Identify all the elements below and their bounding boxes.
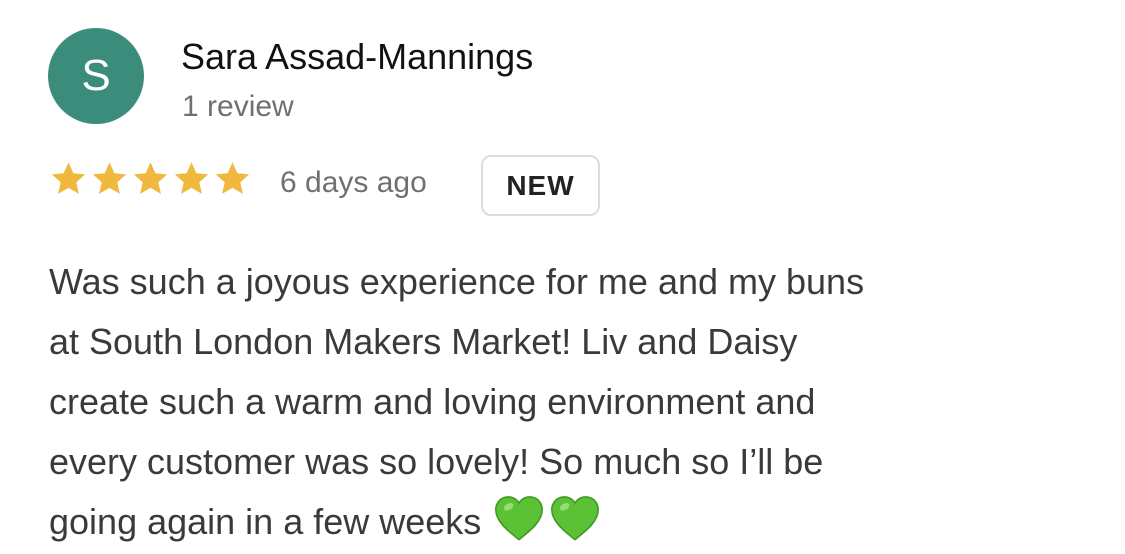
- review-date: 6 days ago: [280, 166, 427, 199]
- review-line-text: going again in a few weeks: [49, 501, 482, 542]
- star-icon: [174, 162, 209, 194]
- star-icon: [133, 162, 168, 194]
- avatar-letter: S: [81, 51, 111, 100]
- green-heart-icon: [495, 496, 544, 541]
- review-count[interactable]: 1 review: [182, 90, 294, 124]
- review-line: Was such a joyous experience for me and …: [49, 261, 865, 302]
- review-line: create such a warm and loving environmen…: [49, 381, 816, 422]
- green-heart-icon: [551, 496, 600, 541]
- review-line: every customer was so lovely! So much so…: [49, 441, 824, 482]
- review-card: S Sara Assad-Mannings 1 review 6 days ag…: [0, 0, 1125, 554]
- reviewer-name[interactable]: Sara Assad-Mannings: [181, 36, 533, 78]
- review-line-last: going again in a few weeks: [49, 492, 1089, 552]
- star-icon: [215, 162, 250, 194]
- star-rating: [49, 160, 252, 198]
- review-line: at South London Makers Market! Liv and D…: [49, 321, 798, 362]
- emoji-group: [493, 494, 601, 542]
- review-text: Was such a joyous experience for me and …: [49, 252, 1089, 552]
- star-icon: [51, 162, 86, 194]
- new-badge: NEW: [481, 155, 600, 216]
- star-icon: [92, 162, 127, 194]
- avatar[interactable]: S: [48, 28, 144, 124]
